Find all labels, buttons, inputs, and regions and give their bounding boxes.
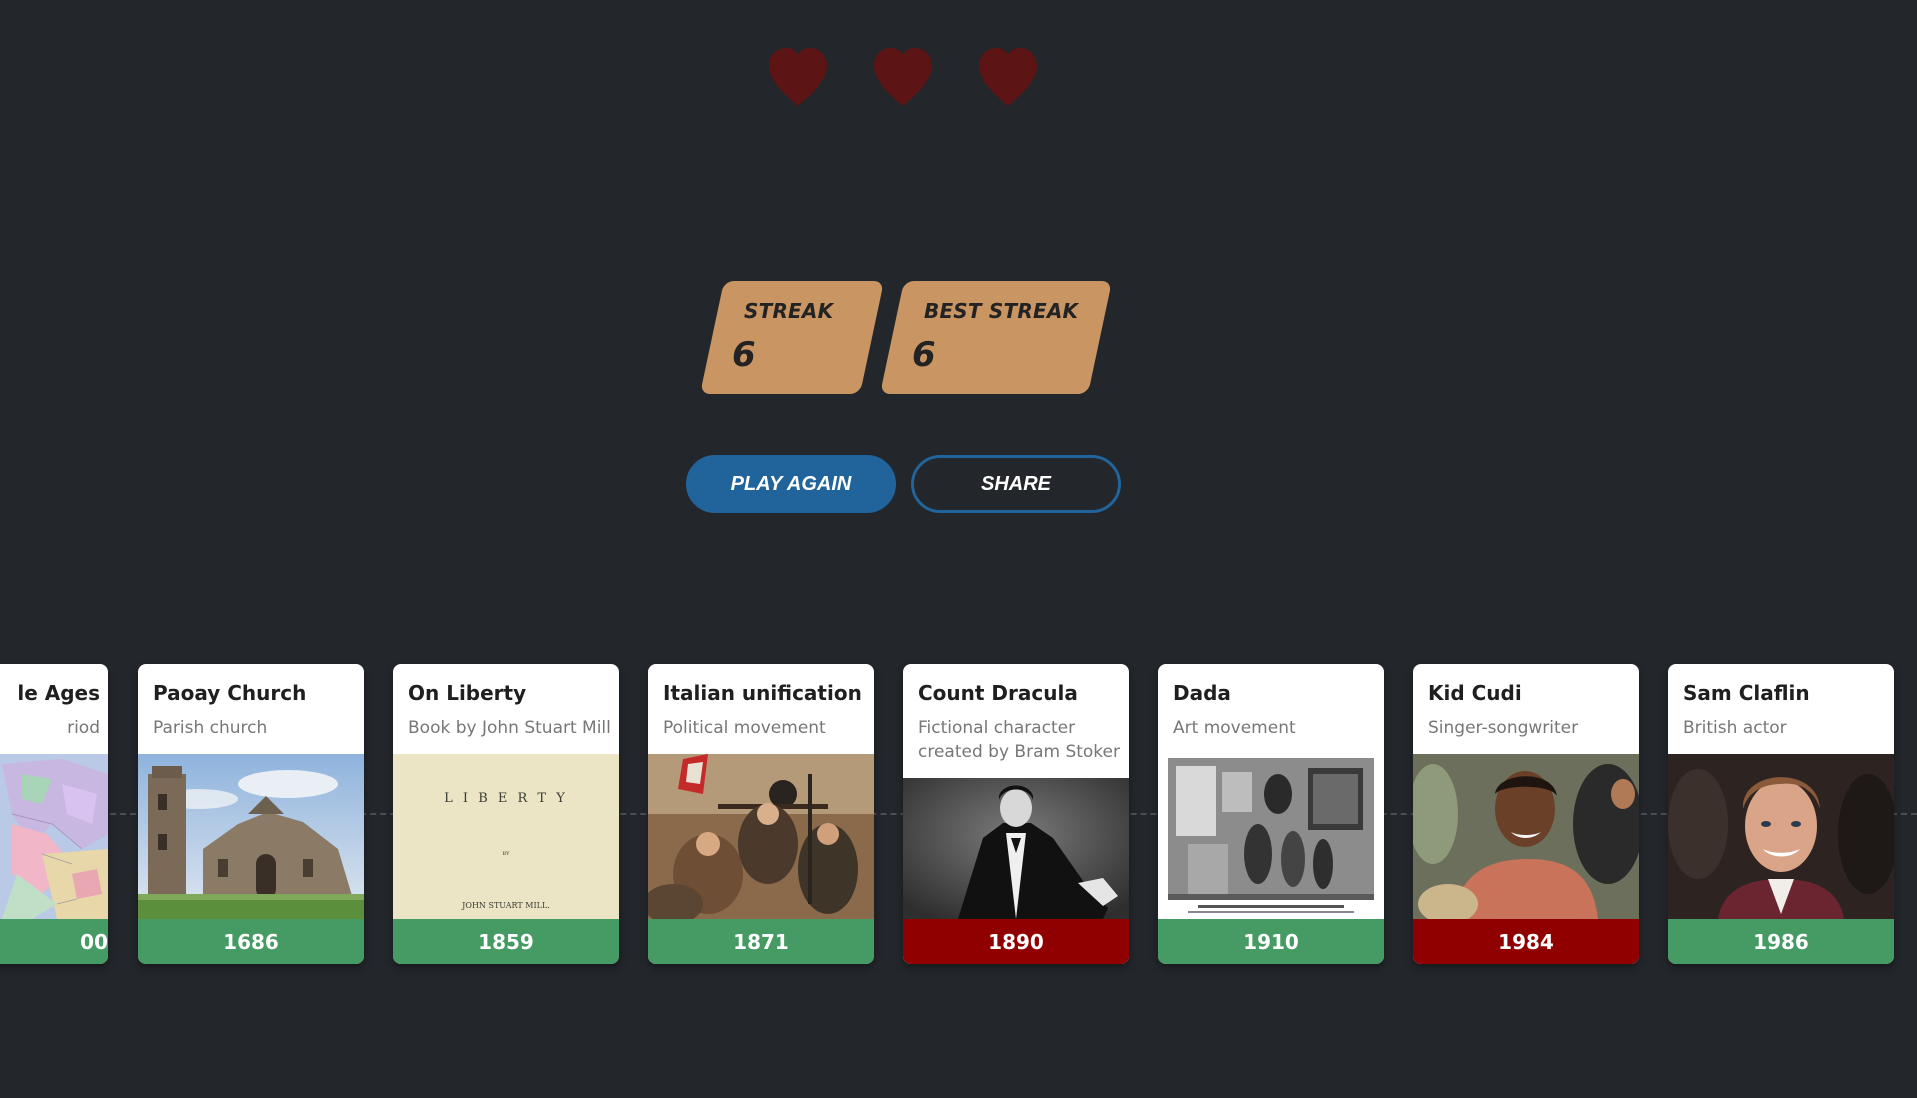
timeline-card[interactable]: Dada Art movement 1910 — [1158, 664, 1384, 964]
book-page-image: L I B E R T Y BY JOHN STUART MILL. — [393, 754, 619, 919]
heart-icon — [765, 46, 831, 108]
book-author-text: JOHN STUART MILL. — [462, 901, 550, 910]
card-title: Count Dracula — [918, 681, 1078, 705]
streak-panel: STREAK 6 — [699, 281, 885, 394]
card-subtitle: Singer-songwriter — [1428, 718, 1579, 738]
lives-indicator — [765, 46, 1040, 112]
timeline-card[interactable]: Count Dracula Fictional character create… — [903, 664, 1129, 964]
timeline-card[interactable]: Kid Cudi Singer-songwriter 1984 — [1413, 664, 1639, 964]
share-button[interactable]: SHARE — [911, 455, 1121, 513]
timeline-card[interactable]: le Ages riod 00 — [0, 664, 108, 964]
book-title-text: L I B E R T Y — [444, 791, 568, 806]
card-title: Sam Claflin — [1683, 681, 1810, 705]
card-subtitle: Political movement — [663, 718, 826, 738]
card-title: Paoay Church — [153, 681, 307, 705]
dracula-image — [903, 778, 1129, 919]
streak-value: 6 — [732, 335, 756, 375]
book-by-text: BY — [502, 851, 510, 857]
best-streak-panel: BEST STREAK 6 — [879, 281, 1113, 394]
portrait-image — [1668, 754, 1894, 919]
game-screen: STREAK 6 BEST STREAK 6 PLAY AGAIN SHARE … — [0, 0, 1917, 1098]
card-subtitle: Book by John Stuart Mill — [408, 718, 611, 738]
card-subtitle: riod — [67, 718, 100, 738]
card-subtitle: Fictional character created by Bram Stok… — [918, 718, 1120, 762]
church-image — [138, 754, 364, 919]
card-year: 1986 — [1668, 919, 1894, 964]
card-year: 1871 — [648, 919, 874, 964]
play-again-button[interactable]: PLAY AGAIN — [686, 455, 896, 513]
best-streak-label: BEST STREAK — [924, 299, 1079, 323]
card-subtitle: British actor — [1683, 718, 1787, 738]
timeline-card[interactable]: On Liberty Book by John Stuart Mill L I … — [393, 664, 619, 964]
card-subtitle: Art movement — [1173, 718, 1296, 738]
streak-label: STREAK — [744, 299, 834, 323]
card-title: On Liberty — [408, 681, 527, 705]
card-year: 1984 — [1413, 919, 1639, 964]
timeline-card[interactable]: Sam Claflin British actor 1986 — [1668, 664, 1894, 964]
heart-icon — [975, 46, 1041, 108]
card-year: 1686 — [138, 919, 364, 964]
timeline-card[interactable]: Paoay Church Parish church 1686 — [138, 664, 364, 964]
card-year: 00 — [0, 919, 108, 964]
card-year: 1859 — [393, 919, 619, 964]
painting-image — [648, 754, 874, 919]
card-title: Dada — [1173, 681, 1231, 705]
best-streak-value: 6 — [912, 335, 936, 375]
map-image — [0, 754, 108, 919]
timeline-card[interactable]: Italian unification Political movement 1… — [648, 664, 874, 964]
portrait-image — [1413, 754, 1639, 919]
card-title: Italian unification — [663, 681, 862, 705]
card-year: 1910 — [1158, 919, 1384, 964]
card-year: 1890 — [903, 919, 1129, 964]
card-title: Kid Cudi — [1428, 681, 1522, 705]
heart-icon — [870, 46, 936, 108]
exhibition-image — [1158, 754, 1384, 919]
card-title: le Ages — [17, 681, 100, 705]
card-subtitle: Parish church — [153, 718, 268, 738]
